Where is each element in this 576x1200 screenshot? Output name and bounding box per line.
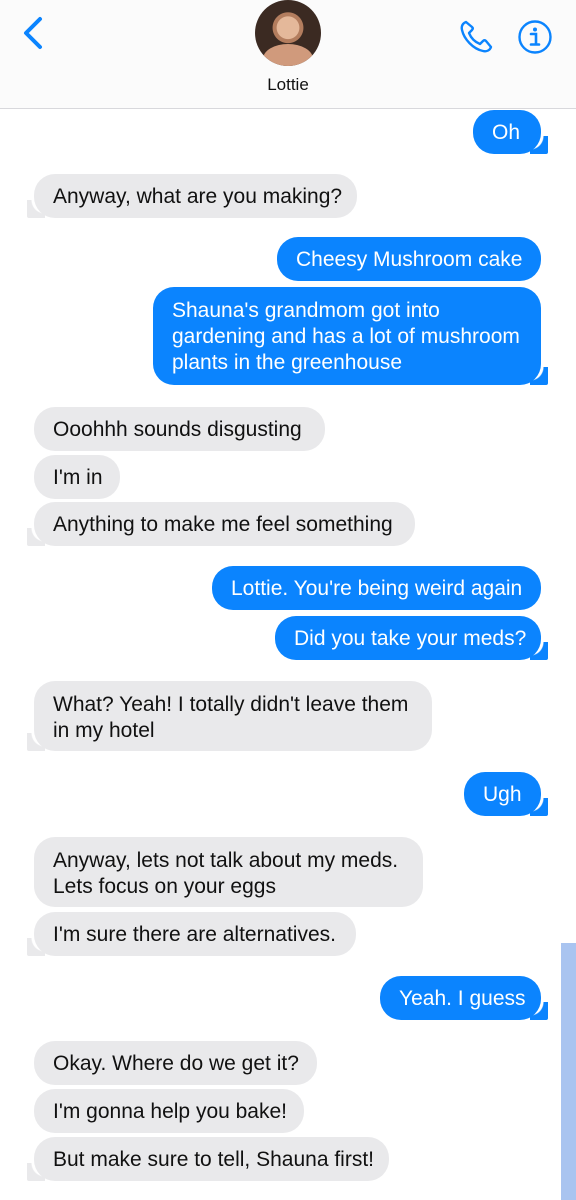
message-line: in my hotel [53, 719, 155, 742]
info-icon [518, 20, 552, 54]
message-bubble-received[interactable]: Anything to make me feel something [27, 502, 415, 546]
message-line: Anyway, lets not talk about my meds. [53, 849, 399, 872]
message-line: Lets focus on your eggs [53, 875, 276, 898]
message-text: Anyway, what are you making? [53, 185, 343, 208]
phone-icon [460, 20, 493, 53]
message-text: Cheesy Mushroom cake [296, 248, 523, 271]
message-bubble-sent[interactable]: Shauna's grandmom got into gardening and… [153, 287, 548, 385]
message-bubble-received[interactable]: I'm sure there are alternatives. [27, 912, 356, 956]
message-text: Ugh [483, 783, 522, 806]
message-bubble-received[interactable]: I'm in [34, 455, 120, 499]
message-text: I'm gonna help you bake! [53, 1100, 288, 1123]
message-line: gardening and has a lot of mushroom [172, 325, 520, 348]
message-text: Yeah. I guess [399, 987, 526, 1010]
scrollbar[interactable] [561, 943, 576, 1200]
info-button[interactable] [517, 19, 553, 55]
call-button[interactable] [458, 19, 494, 55]
message-bubble-received[interactable]: I'm gonna help you bake! [34, 1089, 304, 1133]
message-line: Shauna's grandmom got into [172, 299, 440, 322]
message-text: But make sure to tell, Shauna first! [53, 1148, 374, 1171]
message-bubble-received[interactable]: Okay. Where do we get it? [34, 1041, 317, 1085]
back-button[interactable] [16, 14, 52, 54]
message-bubble-received[interactable]: But make sure to tell, Shauna first! [27, 1137, 389, 1181]
message-text: Anything to make me feel something [53, 513, 393, 536]
message-text: Oh [492, 121, 521, 144]
message-text: I'm sure there are alternatives. [53, 923, 336, 946]
message-text: Lottie. You're being weird again [231, 577, 523, 600]
message-text: Okay. Where do we get it? [53, 1052, 299, 1075]
contact-name[interactable]: Lottie [0, 75, 576, 95]
chevron-left-icon [24, 17, 42, 49]
message-line: plants in the greenhouse [172, 351, 403, 374]
message-bubble-sent[interactable]: Lottie. You're being weird again [212, 566, 541, 610]
message-bubble-sent[interactable]: Yeah. I guess [380, 976, 548, 1020]
message-bubble-received[interactable]: Anyway, lets not talk about my meds. Let… [34, 837, 423, 907]
message-text: I'm in [53, 466, 103, 489]
message-bubble-received[interactable]: What? Yeah! I totally didn't leave them … [27, 681, 432, 751]
message-bubble-sent[interactable]: Oh [473, 110, 548, 154]
avatar[interactable] [255, 0, 321, 66]
message-bubble-sent[interactable]: Cheesy Mushroom cake [277, 237, 541, 281]
message-bubble-sent[interactable]: Ugh [464, 772, 548, 816]
conversation-header: Lottie [0, 0, 576, 109]
message-bubble-sent[interactable]: Did you take your meds? [275, 616, 548, 660]
message-bubble-received[interactable]: Anyway, what are you making? [27, 174, 357, 218]
message-text: Did you take your meds? [294, 627, 527, 650]
message-text: Ooohhh sounds disgusting [53, 418, 302, 441]
message-line: What? Yeah! I totally didn't leave them [53, 693, 409, 716]
message-bubble-received[interactable]: Ooohhh sounds disgusting [34, 407, 325, 451]
